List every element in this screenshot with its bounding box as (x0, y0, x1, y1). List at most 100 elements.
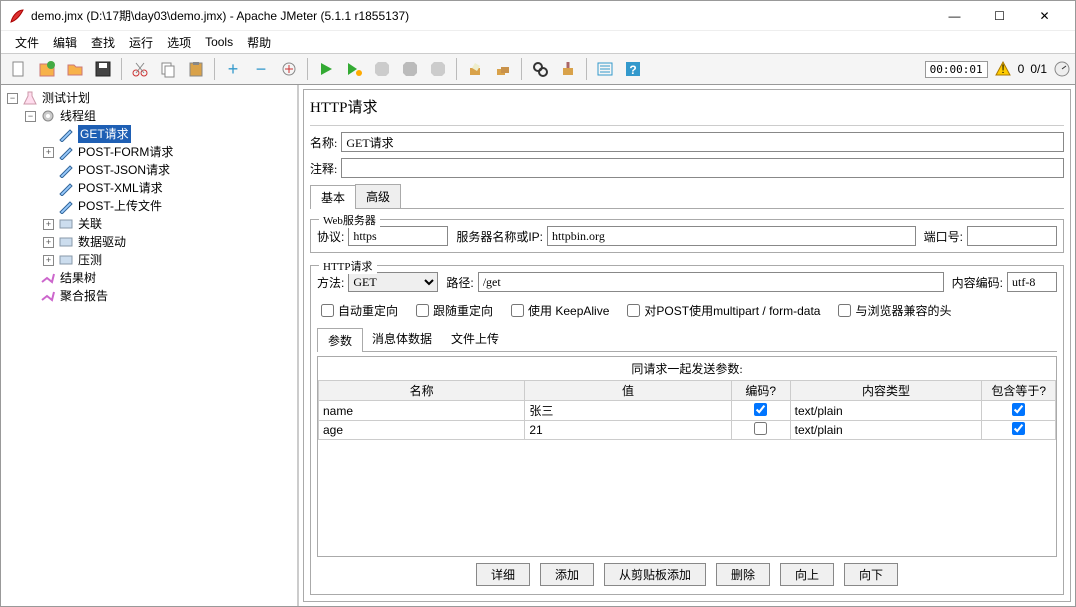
listener-icon (40, 288, 56, 304)
copy-icon[interactable] (155, 56, 181, 82)
check-auto-redirect[interactable]: 自动重定向 (321, 302, 398, 319)
method-label: 方法: (317, 274, 344, 291)
svg-text:!: ! (1001, 62, 1004, 76)
tree-aggregate[interactable]: 聚合报告 (60, 287, 108, 305)
encoding-input[interactable] (1007, 272, 1057, 292)
up-button[interactable]: 向上 (780, 563, 834, 586)
tree-item[interactable]: 数据驱动 (78, 233, 126, 251)
col-value: 值 (525, 381, 731, 401)
tree-thread-group[interactable]: 线程组 (60, 107, 96, 125)
tree-item-get[interactable]: GET请求 (78, 125, 131, 143)
check-keepalive[interactable]: 使用 KeepAlive (511, 302, 609, 319)
paste-icon[interactable] (183, 56, 209, 82)
function-helper-icon[interactable] (592, 56, 618, 82)
tree-item[interactable]: 压测 (78, 251, 102, 269)
menu-run[interactable]: 运行 (123, 32, 159, 53)
encode-checkbox[interactable] (754, 403, 767, 416)
path-input[interactable] (478, 272, 944, 292)
server-input[interactable] (547, 226, 916, 246)
clear-icon[interactable] (462, 56, 488, 82)
toolbar: + − ? 00:00:01 ! 0 0/1 (1, 53, 1075, 85)
tree-item[interactable]: POST-上传文件 (78, 197, 162, 215)
cut-icon[interactable] (127, 56, 153, 82)
menu-tools[interactable]: Tools (199, 33, 239, 51)
tab-body[interactable]: 消息体数据 (362, 327, 442, 351)
down-button[interactable]: 向下 (844, 563, 898, 586)
shutdown-icon[interactable] (397, 56, 423, 82)
help-icon[interactable]: ? (620, 56, 646, 82)
comment-input[interactable] (341, 158, 1064, 178)
tree-item[interactable]: POST-JSON请求 (78, 161, 170, 179)
table-row[interactable]: age21text/plain (319, 421, 1056, 440)
clear-all-icon[interactable] (490, 56, 516, 82)
collapse-icon[interactable]: − (248, 56, 274, 82)
gear-icon (40, 108, 56, 124)
gauge-icon[interactable] (1053, 60, 1071, 78)
check-follow-redirect[interactable]: 跟随重定向 (416, 302, 493, 319)
tab-params[interactable]: 参数 (317, 328, 363, 352)
menubar: 文件 编辑 查找 运行 选项 Tools 帮助 (1, 31, 1075, 53)
expand-icon[interactable]: + (220, 56, 246, 82)
menu-search[interactable]: 查找 (85, 32, 121, 53)
close-button[interactable]: ✕ (1022, 1, 1067, 31)
search-icon[interactable] (527, 56, 553, 82)
save-icon[interactable] (90, 56, 116, 82)
add-button[interactable]: 添加 (540, 563, 594, 586)
elapsed-timer: 00:00:01 (925, 61, 988, 78)
stop-icon[interactable] (369, 56, 395, 82)
tree-toggle[interactable]: + (43, 219, 54, 230)
tree-toggle[interactable]: − (25, 111, 36, 122)
encode-checkbox[interactable] (754, 422, 767, 435)
remote-stop-icon[interactable] (425, 56, 451, 82)
tab-file[interactable]: 文件上传 (441, 327, 509, 351)
paste-button[interactable]: 从剪贴板添加 (604, 563, 706, 586)
menu-file[interactable]: 文件 (9, 32, 45, 53)
table-row[interactable]: name张三text/plain (319, 401, 1056, 421)
menu-options[interactable]: 选项 (161, 32, 197, 53)
tree-result-tree[interactable]: 结果树 (60, 269, 96, 287)
tree-toggle[interactable]: + (43, 237, 54, 248)
params-table[interactable]: 名称 值 编码? 内容类型 包含等于? name张三text/plainage2… (318, 380, 1056, 440)
name-input[interactable] (341, 132, 1064, 152)
include-checkbox[interactable] (1012, 403, 1025, 416)
tree-toggle[interactable]: + (43, 255, 54, 266)
reset-search-icon[interactable] (555, 56, 581, 82)
test-plan-tree[interactable]: − 测试计划 − 线程组 GET请求 + POST-FORM请求 POST-JSO… (1, 85, 299, 606)
tree-item[interactable]: POST-XML请求 (78, 179, 163, 197)
params-title: 同请求一起发送参数: (318, 357, 1056, 380)
method-select[interactable]: GET (348, 272, 438, 292)
col-encode: 编码? (731, 381, 790, 401)
name-label: 名称: (310, 134, 337, 151)
tree-toggle[interactable]: + (43, 147, 54, 158)
start-icon[interactable] (313, 56, 339, 82)
tree-toggle[interactable]: − (7, 93, 18, 104)
start-no-pause-icon[interactable] (341, 56, 367, 82)
toggle-icon[interactable] (276, 56, 302, 82)
tree-test-plan[interactable]: 测试计划 (42, 89, 90, 107)
port-input[interactable] (967, 226, 1057, 246)
controller-icon (58, 234, 74, 250)
tree-item[interactable]: POST-FORM请求 (78, 143, 173, 161)
open-icon[interactable] (62, 56, 88, 82)
delete-button[interactable]: 删除 (716, 563, 770, 586)
maximize-button[interactable]: ☐ (977, 1, 1022, 31)
tab-basic[interactable]: 基本 (310, 185, 356, 209)
warning-icon[interactable]: ! (994, 60, 1012, 78)
controller-icon (58, 252, 74, 268)
sampler-icon (58, 162, 74, 178)
templates-icon[interactable] (34, 56, 60, 82)
tree-item[interactable]: 关联 (78, 215, 102, 233)
check-multipart[interactable]: 对POST使用multipart / form-data (627, 302, 820, 319)
detail-button[interactable]: 详细 (476, 563, 530, 586)
controller-icon (58, 216, 74, 232)
port-label: 端口号: (924, 228, 963, 245)
new-icon[interactable] (6, 56, 32, 82)
check-browser-headers[interactable]: 与浏览器兼容的头 (838, 302, 951, 319)
minimize-button[interactable]: — (932, 1, 977, 31)
sampler-icon (58, 126, 74, 142)
protocol-input[interactable] (348, 226, 448, 246)
menu-help[interactable]: 帮助 (241, 32, 277, 53)
include-checkbox[interactable] (1012, 422, 1025, 435)
tab-advanced[interactable]: 高级 (355, 184, 401, 208)
menu-edit[interactable]: 编辑 (47, 32, 83, 53)
